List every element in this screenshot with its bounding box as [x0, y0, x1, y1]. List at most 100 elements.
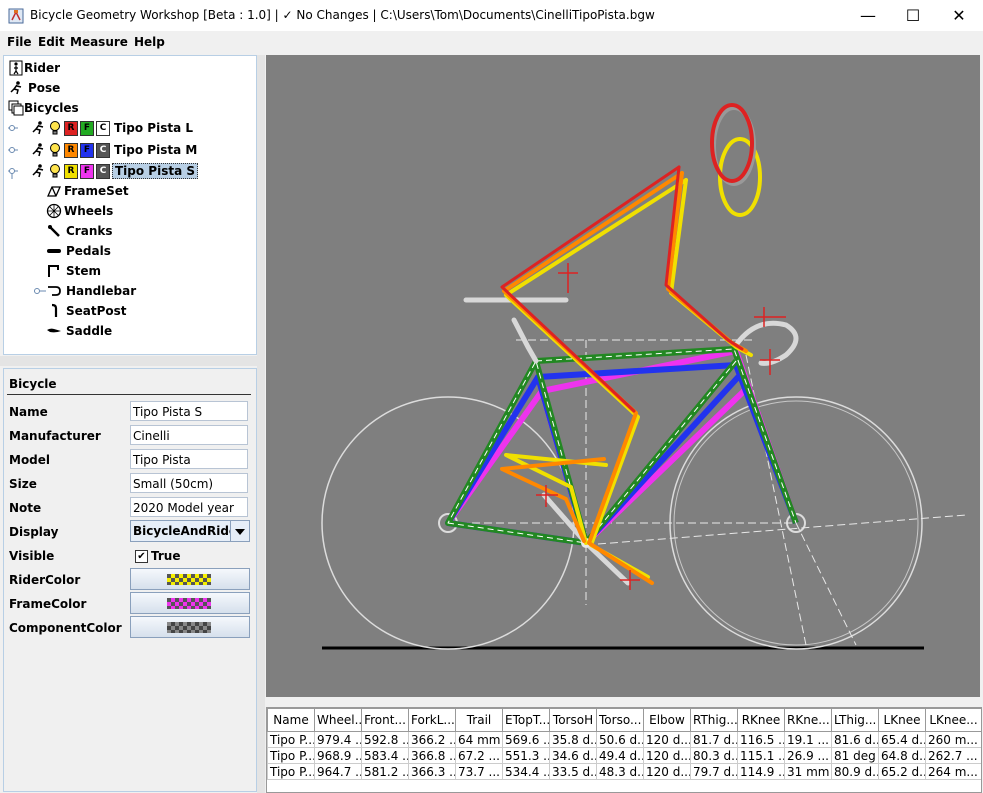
- tree-item-cranks[interactable]: Cranks: [46, 221, 113, 241]
- column-header[interactable]: LKnee...: [925, 708, 981, 732]
- menu-file[interactable]: File: [7, 35, 32, 49]
- component-color-badge[interactable]: C: [96, 120, 110, 136]
- expand-handle-icon[interactable]: [8, 120, 26, 136]
- tree-item-rider[interactable]: Rider: [8, 58, 60, 78]
- tree-item-seatpost[interactable]: SeatPost: [46, 301, 127, 321]
- table-cell[interactable]: Tipo P...: [267, 747, 315, 764]
- table-cell[interactable]: 49.4 d...: [596, 747, 644, 764]
- menu-edit[interactable]: Edit: [38, 35, 65, 49]
- table-cell[interactable]: Tipo P...: [267, 763, 315, 780]
- table-cell[interactable]: 120 d...: [643, 731, 691, 748]
- table-cell[interactable]: 114.9 ...: [737, 763, 785, 780]
- table-cell[interactable]: 50.6 d...: [596, 731, 644, 748]
- component-color-button[interactable]: [130, 616, 250, 638]
- size-field[interactable]: Small (50cm): [130, 473, 248, 493]
- rider-color-button[interactable]: [130, 568, 250, 590]
- rider-color-badge[interactable]: R: [64, 142, 78, 158]
- table-cell[interactable]: 48.3 d...: [596, 763, 644, 780]
- table-cell[interactable]: 80.3 d...: [690, 747, 738, 764]
- visible-checkbox[interactable]: ✔: [135, 550, 148, 563]
- tree-item-stem[interactable]: Stem: [46, 261, 101, 281]
- table-row[interactable]: Tipo P... 964.7 ... 581.2 ... 366.3 ... …: [267, 763, 981, 780]
- column-header[interactable]: ForkL...: [408, 708, 456, 732]
- table-cell[interactable]: 366.2 ...: [408, 731, 456, 748]
- table-cell[interactable]: 262.7 ...: [925, 747, 981, 764]
- table-cell[interactable]: 33.5 d...: [549, 763, 597, 780]
- lightbulb-icon[interactable]: [48, 163, 62, 179]
- measurements-table[interactable]: Name Wheel... Front... ForkL... Trail ET…: [266, 707, 982, 793]
- table-cell[interactable]: 979.4 ...: [314, 731, 362, 748]
- table-cell[interactable]: 264 m...: [925, 763, 981, 780]
- table-cell[interactable]: 968.9 ...: [314, 747, 362, 764]
- tree-item-bike-l[interactable]: R F C Tipo Pista L: [8, 118, 193, 138]
- tree-item-frameset[interactable]: FrameSet: [46, 181, 129, 201]
- table-cell[interactable]: 81 deg: [831, 747, 879, 764]
- frame-color-badge[interactable]: F: [80, 120, 94, 136]
- chevron-down-icon[interactable]: [230, 521, 249, 541]
- table-cell[interactable]: 120 d...: [643, 747, 691, 764]
- column-header[interactable]: Front...: [361, 708, 409, 732]
- table-cell[interactable]: 366.3 ...: [408, 763, 456, 780]
- table-cell[interactable]: 120 d...: [643, 763, 691, 780]
- component-color-badge[interactable]: C: [96, 142, 110, 158]
- table-row[interactable]: Tipo P... 979.4 ... 592.8 ... 366.2 ... …: [267, 731, 981, 748]
- column-header[interactable]: TorsoH: [549, 708, 597, 732]
- column-header[interactable]: ETopT...: [502, 708, 550, 732]
- column-header[interactable]: Elbow: [643, 708, 691, 732]
- menu-measure[interactable]: Measure: [70, 35, 128, 49]
- tree-item-pedals[interactable]: Pedals: [46, 241, 111, 261]
- rider-color-badge[interactable]: R: [64, 163, 78, 179]
- table-cell[interactable]: 65.4 d...: [878, 731, 926, 748]
- table-cell[interactable]: 116.5 ...: [737, 731, 785, 748]
- table-cell[interactable]: 81.7 d...: [690, 731, 738, 748]
- column-header[interactable]: RKne...: [784, 708, 832, 732]
- tree-item-bicycles[interactable]: Bicycles: [8, 98, 79, 118]
- object-tree[interactable]: Rider Pose Bicycles R F C Tipo Pista L R…: [3, 55, 257, 355]
- manufacturer-field[interactable]: Cinelli: [130, 425, 248, 445]
- frame-color-badge[interactable]: F: [80, 163, 94, 179]
- table-cell[interactable]: 64.8 d...: [878, 747, 926, 764]
- close-button[interactable]: ✕: [936, 0, 982, 31]
- maximize-button[interactable]: ☐: [890, 0, 936, 31]
- column-header[interactable]: Name: [267, 708, 315, 732]
- geometry-canvas[interactable]: [266, 55, 980, 697]
- table-cell[interactable]: 81.6 d...: [831, 731, 879, 748]
- expand-handle-icon[interactable]: [34, 283, 46, 299]
- table-cell[interactable]: 534.4 ...: [502, 763, 550, 780]
- column-header[interactable]: LThig...: [831, 708, 879, 732]
- table-cell[interactable]: 366.8 ...: [408, 747, 456, 764]
- table-cell[interactable]: 73.7 ...: [455, 763, 503, 780]
- bicycle-drawing[interactable]: [266, 55, 980, 697]
- column-header[interactable]: RThig...: [690, 708, 738, 732]
- display-select[interactable]: BicycleAndRider: [130, 520, 250, 542]
- tree-item-handlebar[interactable]: Handlebar: [34, 281, 136, 301]
- table-cell[interactable]: 592.8 ...: [361, 731, 409, 748]
- table-cell[interactable]: 35.8 d...: [549, 731, 597, 748]
- table-cell[interactable]: 260 m...: [925, 731, 981, 748]
- table-cell[interactable]: 31 mm: [784, 763, 832, 780]
- column-header[interactable]: LKnee: [878, 708, 926, 732]
- table-cell[interactable]: 964.7 ...: [314, 763, 362, 780]
- name-field[interactable]: Tipo Pista S: [130, 401, 248, 421]
- table-cell[interactable]: 67.2 ...: [455, 747, 503, 764]
- column-header[interactable]: Wheel...: [314, 708, 362, 732]
- lightbulb-icon[interactable]: [48, 120, 62, 136]
- table-cell[interactable]: 581.2 ...: [361, 763, 409, 780]
- column-header[interactable]: RKnee: [737, 708, 785, 732]
- table-cell[interactable]: 80.9 d...: [831, 763, 879, 780]
- tree-item-pose[interactable]: Pose: [8, 78, 60, 98]
- model-field[interactable]: Tipo Pista: [130, 449, 248, 469]
- table-cell[interactable]: 583.4 ...: [361, 747, 409, 764]
- table-cell[interactable]: Tipo P...: [267, 731, 315, 748]
- minimize-button[interactable]: —: [845, 0, 891, 31]
- vertical-splitter[interactable]: [257, 55, 265, 793]
- component-color-badge[interactable]: C: [96, 163, 110, 179]
- table-cell[interactable]: 19.1 ...: [784, 731, 832, 748]
- table-cell[interactable]: 64 mm: [455, 731, 503, 748]
- tree-item-saddle[interactable]: Saddle: [46, 321, 112, 341]
- measurements-grid[interactable]: Name Wheel... Front... ForkL... Trail ET…: [267, 708, 981, 780]
- rider-color-badge[interactable]: R: [64, 120, 78, 136]
- frame-color-badge[interactable]: F: [80, 142, 94, 158]
- collapse-handle-icon[interactable]: [8, 163, 26, 179]
- column-header[interactable]: Torso...: [596, 708, 644, 732]
